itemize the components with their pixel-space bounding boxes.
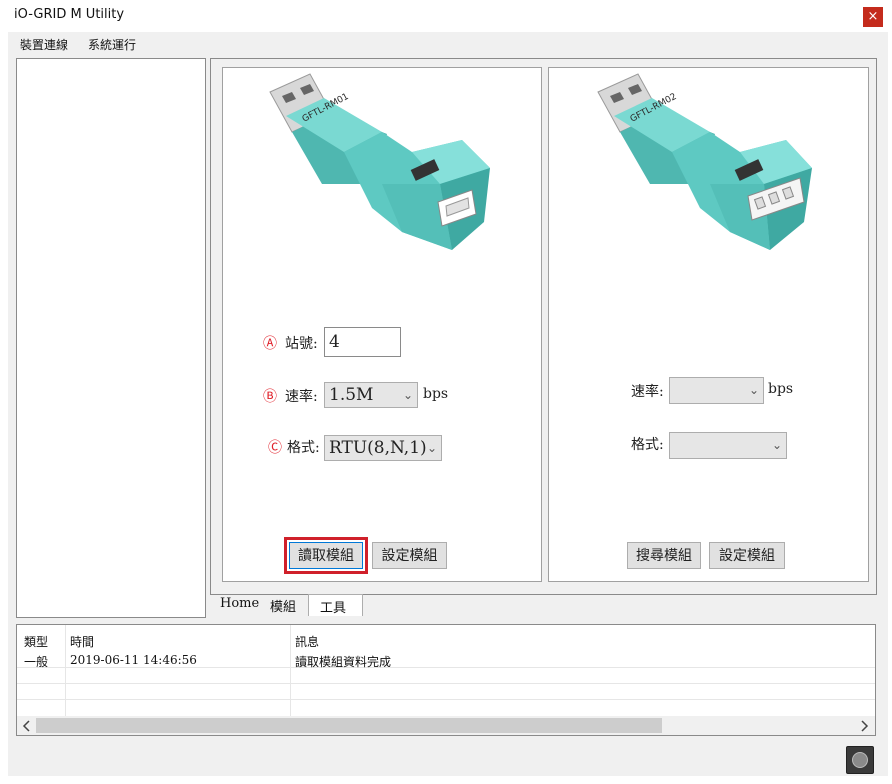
chevron-down-icon: ⌄ <box>772 438 783 452</box>
baud-unit-rm02: bps <box>768 381 794 397</box>
station-input[interactable]: 4 <box>324 327 401 357</box>
usb-device-rm01-image: GFTL-RM01 <box>269 73 490 250</box>
baud-label-rm02: 速率: <box>631 384 664 400</box>
format-select-value: RTU(8,N,1) <box>329 438 427 458</box>
format-select[interactable]: RTU(8,N,1) ⌄ <box>324 435 442 461</box>
log-divider <box>290 625 291 719</box>
chevron-left-icon[interactable] <box>21 719 33 733</box>
status-indicator[interactable] <box>846 746 874 774</box>
baud-select[interactable]: 1.5M ⌄ <box>324 382 418 408</box>
menu-system-run[interactable]: 系統運行 <box>88 36 136 53</box>
search-module-button[interactable]: 搜尋模組 <box>627 542 701 569</box>
log-row-type: 一般 <box>24 655 49 669</box>
log-row-time: 2019-06-11 14:46:56 <box>70 653 197 667</box>
chevron-down-icon: ⌄ <box>427 441 438 455</box>
log-divider <box>65 625 66 719</box>
log-col-time: 時間 <box>70 635 95 649</box>
log-row-message: 讀取模組資料完成 <box>295 655 392 669</box>
set-module-button[interactable]: 設定模組 <box>372 542 447 569</box>
device-tree-panel[interactable] <box>16 58 206 618</box>
close-button[interactable]: × <box>863 7 883 27</box>
chevron-down-icon: ⌄ <box>749 383 760 397</box>
baud-label: 速率: <box>285 389 318 405</box>
log-row-line <box>17 667 875 668</box>
log-col-type: 類型 <box>24 635 49 649</box>
log-row-line <box>17 699 875 700</box>
status-light-icon <box>852 752 868 768</box>
format-label: 格式: <box>287 440 320 456</box>
title-bar <box>0 0 892 32</box>
menu-bar <box>8 32 888 56</box>
tab-home[interactable]: Home <box>220 596 259 611</box>
usb-device-rm02-image: GFTL-RM02 <box>597 73 812 250</box>
log-row-line <box>17 683 875 684</box>
baud-unit: bps <box>423 386 449 402</box>
marker-a: Ⓐ <box>263 336 277 352</box>
window-title: iO-GRID M Utility <box>14 7 125 22</box>
chevron-down-icon: ⌄ <box>403 388 414 402</box>
chevron-right-icon[interactable] <box>858 719 870 733</box>
marker-b: Ⓑ <box>263 389 277 405</box>
marker-c: Ⓒ <box>268 440 282 456</box>
baud-select-rm02[interactable]: ⌄ <box>669 377 764 404</box>
scrollbar-thumb[interactable] <box>36 718 662 733</box>
format-label-rm02: 格式: <box>631 437 664 453</box>
tab-tools-label: 工具 <box>320 601 347 616</box>
station-label: 站號: <box>285 336 318 352</box>
log-col-message: 訊息 <box>295 635 320 649</box>
menu-device-connect[interactable]: 裝置連線 <box>20 36 68 53</box>
set-module-button-rm02[interactable]: 設定模組 <box>709 542 785 569</box>
tab-module[interactable]: 模組 <box>270 596 296 615</box>
baud-select-value: 1.5M <box>329 385 374 405</box>
tab-tools[interactable]: 工具 <box>308 594 363 616</box>
format-select-rm02[interactable]: ⌄ <box>669 432 787 459</box>
read-module-button[interactable]: 讀取模組 <box>289 542 363 569</box>
